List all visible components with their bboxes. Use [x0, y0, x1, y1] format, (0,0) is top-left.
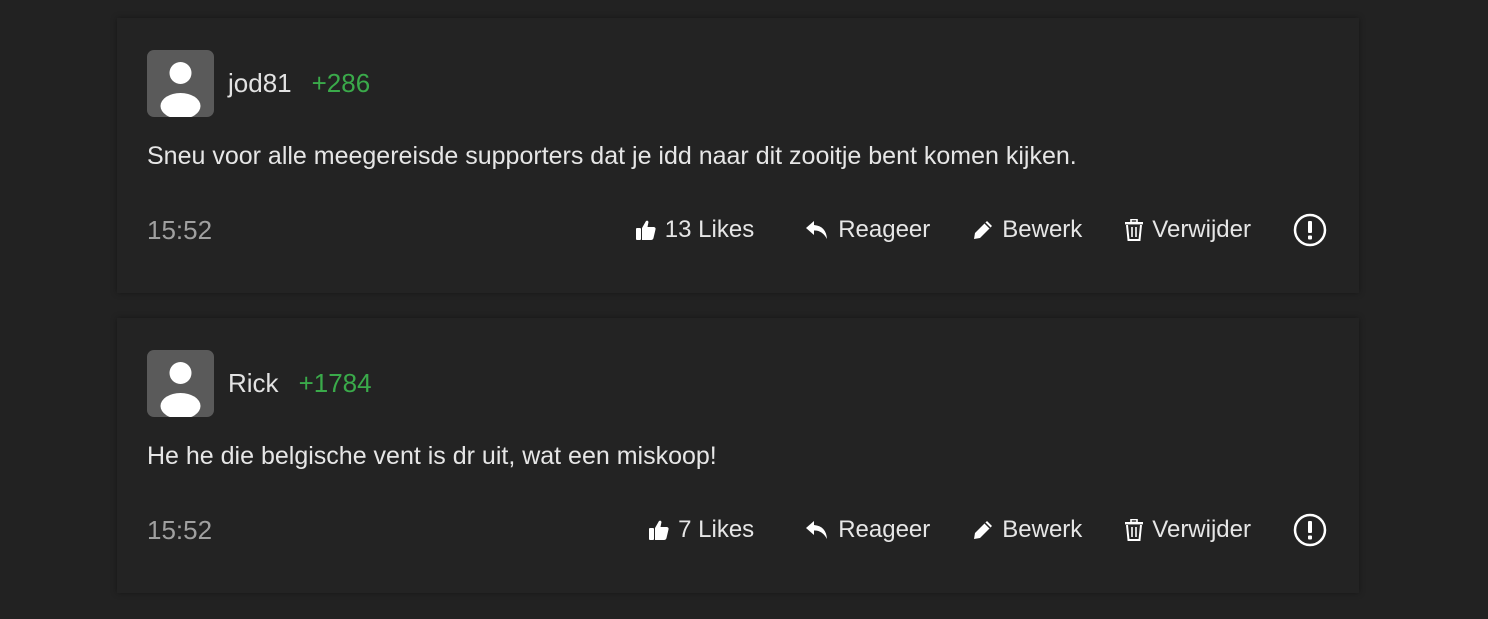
username[interactable]: jod81: [228, 68, 292, 99]
comment-time: 15:52: [147, 215, 213, 245]
user-score: +1784: [298, 368, 372, 398]
comment-card: Rick +1784 He he die belgische vent is d…: [117, 318, 1359, 593]
thumbs-up-icon: [648, 519, 670, 541]
pencil-icon: [972, 219, 994, 241]
reply-button[interactable]: Reageer: [804, 516, 930, 544]
pencil-icon: [972, 519, 994, 541]
user-avatar-icon[interactable]: [147, 50, 214, 117]
like-button[interactable]: 13 Likes: [635, 216, 754, 244]
report-icon: [1293, 213, 1327, 247]
delete-label: Verwijder: [1152, 216, 1251, 243]
user-score: +286: [311, 68, 371, 98]
report-button[interactable]: [1293, 513, 1327, 547]
edit-label: Bewerk: [1002, 216, 1083, 243]
trash-icon: [1124, 519, 1144, 541]
user-avatar-icon[interactable]: [147, 350, 214, 417]
comment-text: Sneu voor alle meegereisde supporters da…: [147, 142, 1077, 170]
delete-button[interactable]: Verwijder: [1124, 516, 1251, 544]
delete-label: Verwijder: [1152, 516, 1251, 543]
delete-button[interactable]: Verwijder: [1124, 216, 1251, 244]
username[interactable]: Rick: [228, 368, 279, 399]
edit-button[interactable]: Bewerk: [972, 216, 1082, 244]
reply-label: Reageer: [838, 516, 931, 543]
like-count: 7 Likes: [678, 516, 755, 543]
comment-time: 15:52: [147, 515, 213, 545]
thumbs-up-icon: [635, 219, 657, 241]
reply-button[interactable]: Reageer: [804, 216, 930, 244]
like-button[interactable]: 7 Likes: [648, 516, 754, 544]
report-icon: [1293, 513, 1327, 547]
comment-text: He he die belgische vent is dr uit, wat …: [147, 442, 717, 470]
like-count: 13 Likes: [664, 216, 755, 243]
reply-label: Reageer: [838, 216, 931, 243]
reply-icon: [804, 519, 830, 541]
edit-button[interactable]: Bewerk: [972, 516, 1082, 544]
edit-label: Bewerk: [1002, 516, 1083, 543]
comment-actions: 13 Likes Reageer Bewerk Verwijder: [635, 210, 1327, 250]
trash-icon: [1124, 219, 1144, 241]
comment-header: jod81 +286: [147, 50, 370, 117]
comment-actions: 7 Likes Reageer Bewerk Verwijder: [648, 510, 1327, 550]
comment-header: Rick +1784: [147, 350, 372, 417]
reply-icon: [804, 219, 830, 241]
comment-card: jod81 +286 Sneu voor alle meegereisde su…: [117, 18, 1359, 293]
report-button[interactable]: [1293, 213, 1327, 247]
